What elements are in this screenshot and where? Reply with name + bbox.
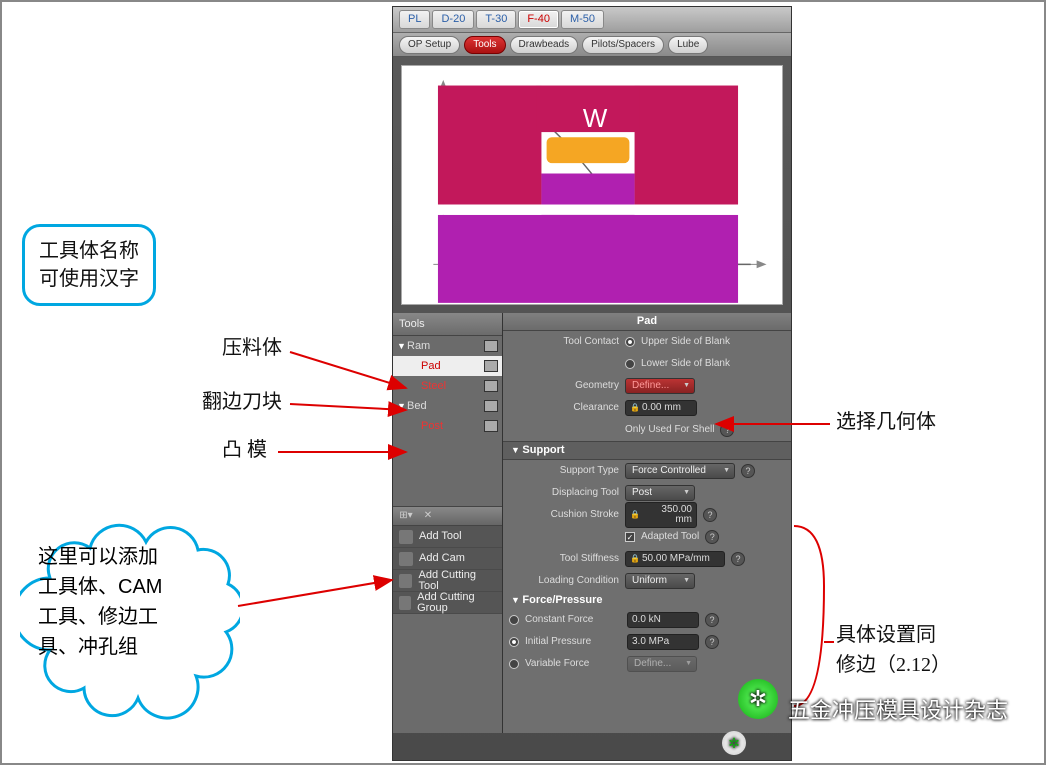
menu-add-tool[interactable]: Add Tool (393, 526, 502, 548)
initial-pressure-input[interactable]: 3.0 MPa (627, 634, 699, 650)
tool-contact-label: Tool Contact (509, 337, 619, 347)
geometry-label: Geometry (509, 381, 619, 391)
op-tab-F-40[interactable]: F-40 (518, 10, 559, 29)
constant-force-input[interactable]: 0.0 kN (627, 612, 699, 628)
panel-title: Pad (503, 313, 791, 331)
op-tab-M-50[interactable]: M-50 (561, 10, 604, 29)
toolbar-drawbeads[interactable]: Drawbeads (510, 36, 579, 54)
clearance-label: Clearance (509, 403, 619, 413)
annot-cloud: 这里可以添加 工具体、CAM 工具、修边工 具、冲孔组 (20, 518, 240, 728)
toolbar-pilotsspacers[interactable]: Pilots/Spacers (582, 36, 664, 54)
die-schematic-icon: W (398, 70, 778, 308)
cushion-stroke-label: Cushion Stroke (509, 510, 619, 520)
clearance-input[interactable]: 🔒0.00 mm (625, 400, 697, 416)
help-icon[interactable]: ? (720, 423, 734, 437)
toolbar-tools[interactable]: Tools (464, 36, 505, 54)
op-tab-PL[interactable]: PL (399, 10, 430, 29)
help-icon[interactable]: ? (731, 552, 745, 566)
support-section[interactable]: Support (503, 441, 791, 460)
properties-panel: Pad Tool Contact Upper Side of Blank Low… (503, 313, 791, 733)
op-tab-T-30[interactable]: T-30 (476, 10, 516, 29)
radio-constant-force[interactable] (509, 615, 519, 625)
svg-text:W: W (583, 105, 608, 133)
delete-icon[interactable]: ✕ (421, 509, 435, 523)
menu-icon (399, 530, 413, 544)
support-type-label: Support Type (509, 466, 619, 476)
displacing-tool-label: Displacing Tool (509, 488, 619, 498)
displacing-tool-combo[interactable]: Post (625, 485, 695, 501)
annot-label-pad: 压料体 (222, 338, 282, 358)
menu-add-cutting-tool[interactable]: Add Cutting Tool (393, 570, 502, 592)
wechat-icon: ✲ (738, 679, 778, 719)
op-tab-D-20[interactable]: D-20 (432, 10, 474, 29)
lock-icon: 🔒 (630, 511, 640, 519)
tree-item-ram[interactable]: ▼Ram (393, 336, 502, 356)
adapted-tool-check[interactable]: ✓ (625, 532, 635, 542)
lock-icon: 🔒 (630, 555, 640, 563)
help-icon[interactable]: ? (705, 530, 719, 544)
menu-icon (399, 596, 411, 610)
wechat-icon-small: ✲ (722, 731, 746, 755)
annot-label-settings: 具体设置同 修边（2.12） (836, 620, 951, 680)
variable-force-label: Variable Force (525, 659, 621, 669)
cushion-stroke-input[interactable]: 🔒350.00 mm (625, 502, 697, 528)
help-icon[interactable]: ? (705, 613, 719, 627)
split-pane: Tools ▼RamPadSteel▼BedPost ⊞▾ ✕ Add Tool… (393, 313, 791, 733)
support-type-combo[interactable]: Force Controlled (625, 463, 735, 479)
help-icon[interactable]: ? (703, 508, 717, 522)
tree-header: Tools (393, 313, 502, 336)
curve-plot: 0 W (401, 65, 783, 305)
radio-lower[interactable] (625, 359, 635, 369)
force-section[interactable]: Force/Pressure (503, 592, 791, 609)
lock-icon: 🔒 (630, 404, 640, 412)
constant-force-label: Constant Force (525, 615, 621, 625)
tool-stiffness-input[interactable]: 🔒50.00 MPa/mm (625, 551, 725, 567)
menu-add-cutting-group[interactable]: Add Cutting Group (393, 592, 502, 614)
variable-force-define[interactable]: Define... (627, 656, 697, 672)
toolbar: OP SetupTools DrawbeadsPilots/SpacersLube (393, 33, 791, 57)
radio-upper[interactable] (625, 337, 635, 347)
help-icon[interactable]: ? (741, 464, 755, 478)
add-context-menu: Add ToolAdd CamAdd Cutting ToolAdd Cutti… (393, 526, 502, 614)
annot-label-steel: 翻边刀块 (202, 392, 282, 412)
menu-add-cam[interactable]: Add Cam (393, 548, 502, 570)
radio-variable-force[interactable] (509, 659, 519, 669)
tree-toolbar: ⊞▾ ✕ (393, 506, 502, 526)
menu-icon (399, 574, 412, 588)
radio-initial-pressure[interactable] (509, 637, 519, 647)
annot-label-geom: 选择几何体 (836, 412, 936, 432)
tree-item-pad[interactable]: Pad (393, 356, 502, 376)
radio-lower-label: Lower Side of Blank (641, 359, 730, 369)
tool-stiffness-label: Tool Stiffness (509, 554, 619, 564)
tree-item-post[interactable]: Post (393, 416, 502, 436)
toolbar-lube[interactable]: Lube (668, 36, 708, 54)
annot-label-post: 凸 模 (222, 440, 267, 460)
op-tabs: PLD-20T-30F-40M-50 (393, 7, 791, 33)
geometry-define-button[interactable]: Define... (625, 378, 695, 394)
annot-callout-1: 工具体名称 可使用汉字 (22, 224, 156, 306)
radio-upper-label: Upper Side of Blank (641, 337, 730, 347)
tool-tree: Tools ▼RamPadSteel▼BedPost ⊞▾ ✕ Add Tool… (393, 313, 503, 733)
watermark: ✲ ✲ 五金冲压模具设计杂志 (738, 679, 1008, 743)
help-icon[interactable]: ? (705, 635, 719, 649)
toolbar-opsetup[interactable]: OP Setup (399, 36, 460, 54)
tree-item-steel[interactable]: Steel (393, 376, 502, 396)
initial-pressure-label: Initial Pressure (525, 637, 621, 647)
app-panel: PLD-20T-30F-40M-50 OP SetupToolsDrawbead… (392, 6, 792, 761)
loading-condition-label: Loading Condition (509, 576, 619, 586)
add-menu-icon[interactable]: ⊞▾ (399, 509, 413, 523)
loading-condition-combo[interactable]: Uniform (625, 573, 695, 589)
tree-item-bed[interactable]: ▼Bed (393, 396, 502, 416)
only-shell-label: Only Used For Shell (625, 425, 714, 435)
menu-icon (399, 552, 413, 566)
adapted-tool-label: Adapted Tool (641, 532, 699, 542)
